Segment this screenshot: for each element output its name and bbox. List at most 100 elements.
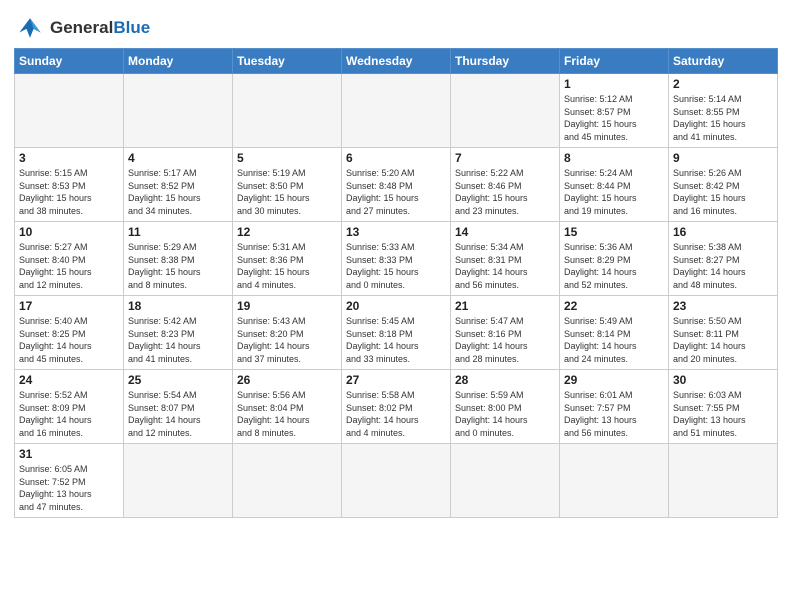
day-number: 7 [455, 151, 555, 165]
calendar-cell: 2 Sunrise: 5:14 AM Sunset: 8:55 PM Daylig… [669, 74, 778, 148]
calendar-cell [233, 444, 342, 518]
day-number: 10 [19, 225, 119, 239]
day-info: Sunrise: 5:42 AM Sunset: 8:23 PM Dayligh… [128, 315, 228, 365]
weekday-header-friday: Friday [560, 49, 669, 74]
day-info: Sunrise: 5:45 AM Sunset: 8:18 PM Dayligh… [346, 315, 446, 365]
day-number: 31 [19, 447, 119, 461]
calendar-cell: 16 Sunrise: 5:38 AM Sunset: 8:27 PM Dayli… [669, 222, 778, 296]
calendar-cell [15, 74, 124, 148]
day-info: Sunrise: 6:05 AM Sunset: 7:52 PM Dayligh… [19, 463, 119, 513]
day-number: 22 [564, 299, 664, 313]
calendar-cell [451, 74, 560, 148]
calendar-week-5: 24Sunrise: 5:52 AM Sunset: 8:09 PM Dayli… [15, 370, 778, 444]
day-info: Sunrise: 5:49 AM Sunset: 8:14 PM Dayligh… [564, 315, 664, 365]
calendar-cell: 19 Sunrise: 5:43 AM Sunset: 8:20 PM Dayli… [233, 296, 342, 370]
calendar-cell [342, 444, 451, 518]
day-info: Sunrise: 5:47 AM Sunset: 8:16 PM Dayligh… [455, 315, 555, 365]
logo: GeneralBlue [14, 14, 150, 42]
calendar-cell: 5 Sunrise: 5:19 AM Sunset: 8:50 PM Daylig… [233, 148, 342, 222]
calendar-cell: 10 Sunrise: 5:27 AM Sunset: 8:40 PM Dayli… [15, 222, 124, 296]
calendar-cell [124, 74, 233, 148]
calendar-week-1: 1 Sunrise: 5:12 AM Sunset: 8:57 PM Daylig… [15, 74, 778, 148]
day-info: Sunrise: 5:43 AM Sunset: 8:20 PM Dayligh… [237, 315, 337, 365]
day-info: Sunrise: 5:59 AM Sunset: 8:00 PM Dayligh… [455, 389, 555, 439]
day-number: 20 [346, 299, 446, 313]
header: GeneralBlue [14, 10, 778, 42]
day-info: Sunrise: 5:14 AM Sunset: 8:55 PM Dayligh… [673, 93, 773, 143]
day-info: Sunrise: 5:12 AM Sunset: 8:57 PM Dayligh… [564, 93, 664, 143]
calendar-cell: 21 Sunrise: 5:47 AM Sunset: 8:16 PM Dayli… [451, 296, 560, 370]
calendar-cell [342, 74, 451, 148]
day-number: 27 [346, 373, 446, 387]
day-number: 4 [128, 151, 228, 165]
calendar-cell [560, 444, 669, 518]
day-number: 18 [128, 299, 228, 313]
day-number: 25 [128, 373, 228, 387]
day-info: Sunrise: 5:38 AM Sunset: 8:27 PM Dayligh… [673, 241, 773, 291]
day-info: Sunrise: 5:50 AM Sunset: 8:11 PM Dayligh… [673, 315, 773, 365]
calendar-cell: 17Sunrise: 5:40 AM Sunset: 8:25 PM Dayli… [15, 296, 124, 370]
day-number: 21 [455, 299, 555, 313]
day-info: Sunrise: 5:19 AM Sunset: 8:50 PM Dayligh… [237, 167, 337, 217]
calendar-cell: 12 Sunrise: 5:31 AM Sunset: 8:36 PM Dayli… [233, 222, 342, 296]
day-number: 2 [673, 77, 773, 91]
day-info: Sunrise: 6:03 AM Sunset: 7:55 PM Dayligh… [673, 389, 773, 439]
weekday-header-monday: Monday [124, 49, 233, 74]
calendar-cell: 20 Sunrise: 5:45 AM Sunset: 8:18 PM Dayli… [342, 296, 451, 370]
calendar-cell: 25 Sunrise: 5:54 AM Sunset: 8:07 PM Dayli… [124, 370, 233, 444]
calendar-cell: 27 Sunrise: 5:58 AM Sunset: 8:02 PM Dayli… [342, 370, 451, 444]
day-number: 30 [673, 373, 773, 387]
calendar-cell: 7Sunrise: 5:22 AM Sunset: 8:46 PM Daylig… [451, 148, 560, 222]
calendar-cell: 11 Sunrise: 5:29 AM Sunset: 8:38 PM Dayli… [124, 222, 233, 296]
day-number: 15 [564, 225, 664, 239]
day-info: Sunrise: 5:17 AM Sunset: 8:52 PM Dayligh… [128, 167, 228, 217]
day-number: 24 [19, 373, 119, 387]
weekday-header-wednesday: Wednesday [342, 49, 451, 74]
calendar-cell: 29Sunrise: 6:01 AM Sunset: 7:57 PM Dayli… [560, 370, 669, 444]
calendar-cell: 24Sunrise: 5:52 AM Sunset: 8:09 PM Dayli… [15, 370, 124, 444]
day-number: 3 [19, 151, 119, 165]
day-info: Sunrise: 5:40 AM Sunset: 8:25 PM Dayligh… [19, 315, 119, 365]
day-info: Sunrise: 5:24 AM Sunset: 8:44 PM Dayligh… [564, 167, 664, 217]
weekday-header-thursday: Thursday [451, 49, 560, 74]
day-info: Sunrise: 5:34 AM Sunset: 8:31 PM Dayligh… [455, 241, 555, 291]
day-number: 19 [237, 299, 337, 313]
calendar-week-4: 17Sunrise: 5:40 AM Sunset: 8:25 PM Dayli… [15, 296, 778, 370]
calendar-cell [669, 444, 778, 518]
day-info: Sunrise: 5:33 AM Sunset: 8:33 PM Dayligh… [346, 241, 446, 291]
day-number: 11 [128, 225, 228, 239]
calendar-cell: 15 Sunrise: 5:36 AM Sunset: 8:29 PM Dayli… [560, 222, 669, 296]
calendar-week-2: 3 Sunrise: 5:15 AM Sunset: 8:53 PM Daylig… [15, 148, 778, 222]
calendar-cell: 14Sunrise: 5:34 AM Sunset: 8:31 PM Dayli… [451, 222, 560, 296]
calendar-cell: 26Sunrise: 5:56 AM Sunset: 8:04 PM Dayli… [233, 370, 342, 444]
day-info: Sunrise: 5:20 AM Sunset: 8:48 PM Dayligh… [346, 167, 446, 217]
calendar-cell: 1 Sunrise: 5:12 AM Sunset: 8:57 PM Daylig… [560, 74, 669, 148]
calendar-week-3: 10 Sunrise: 5:27 AM Sunset: 8:40 PM Dayli… [15, 222, 778, 296]
day-info: Sunrise: 5:58 AM Sunset: 8:02 PM Dayligh… [346, 389, 446, 439]
weekday-header-sunday: Sunday [15, 49, 124, 74]
day-info: Sunrise: 5:36 AM Sunset: 8:29 PM Dayligh… [564, 241, 664, 291]
day-number: 6 [346, 151, 446, 165]
day-number: 13 [346, 225, 446, 239]
day-info: Sunrise: 5:54 AM Sunset: 8:07 PM Dayligh… [128, 389, 228, 439]
day-number: 1 [564, 77, 664, 91]
day-number: 12 [237, 225, 337, 239]
calendar-cell [451, 444, 560, 518]
day-info: Sunrise: 6:01 AM Sunset: 7:57 PM Dayligh… [564, 389, 664, 439]
day-info: Sunrise: 5:31 AM Sunset: 8:36 PM Dayligh… [237, 241, 337, 291]
day-info: Sunrise: 5:27 AM Sunset: 8:40 PM Dayligh… [19, 241, 119, 291]
calendar-cell [124, 444, 233, 518]
day-number: 16 [673, 225, 773, 239]
day-number: 9 [673, 151, 773, 165]
day-info: Sunrise: 5:15 AM Sunset: 8:53 PM Dayligh… [19, 167, 119, 217]
day-number: 5 [237, 151, 337, 165]
calendar-cell: 31 Sunrise: 6:05 AM Sunset: 7:52 PM Dayli… [15, 444, 124, 518]
day-info: Sunrise: 5:29 AM Sunset: 8:38 PM Dayligh… [128, 241, 228, 291]
calendar-cell: 3 Sunrise: 5:15 AM Sunset: 8:53 PM Daylig… [15, 148, 124, 222]
calendar-week-6: 31 Sunrise: 6:05 AM Sunset: 7:52 PM Dayli… [15, 444, 778, 518]
weekday-header-tuesday: Tuesday [233, 49, 342, 74]
day-number: 28 [455, 373, 555, 387]
calendar-cell [233, 74, 342, 148]
calendar-cell: 8Sunrise: 5:24 AM Sunset: 8:44 PM Daylig… [560, 148, 669, 222]
calendar: SundayMondayTuesdayWednesdayThursdayFrid… [14, 48, 778, 518]
